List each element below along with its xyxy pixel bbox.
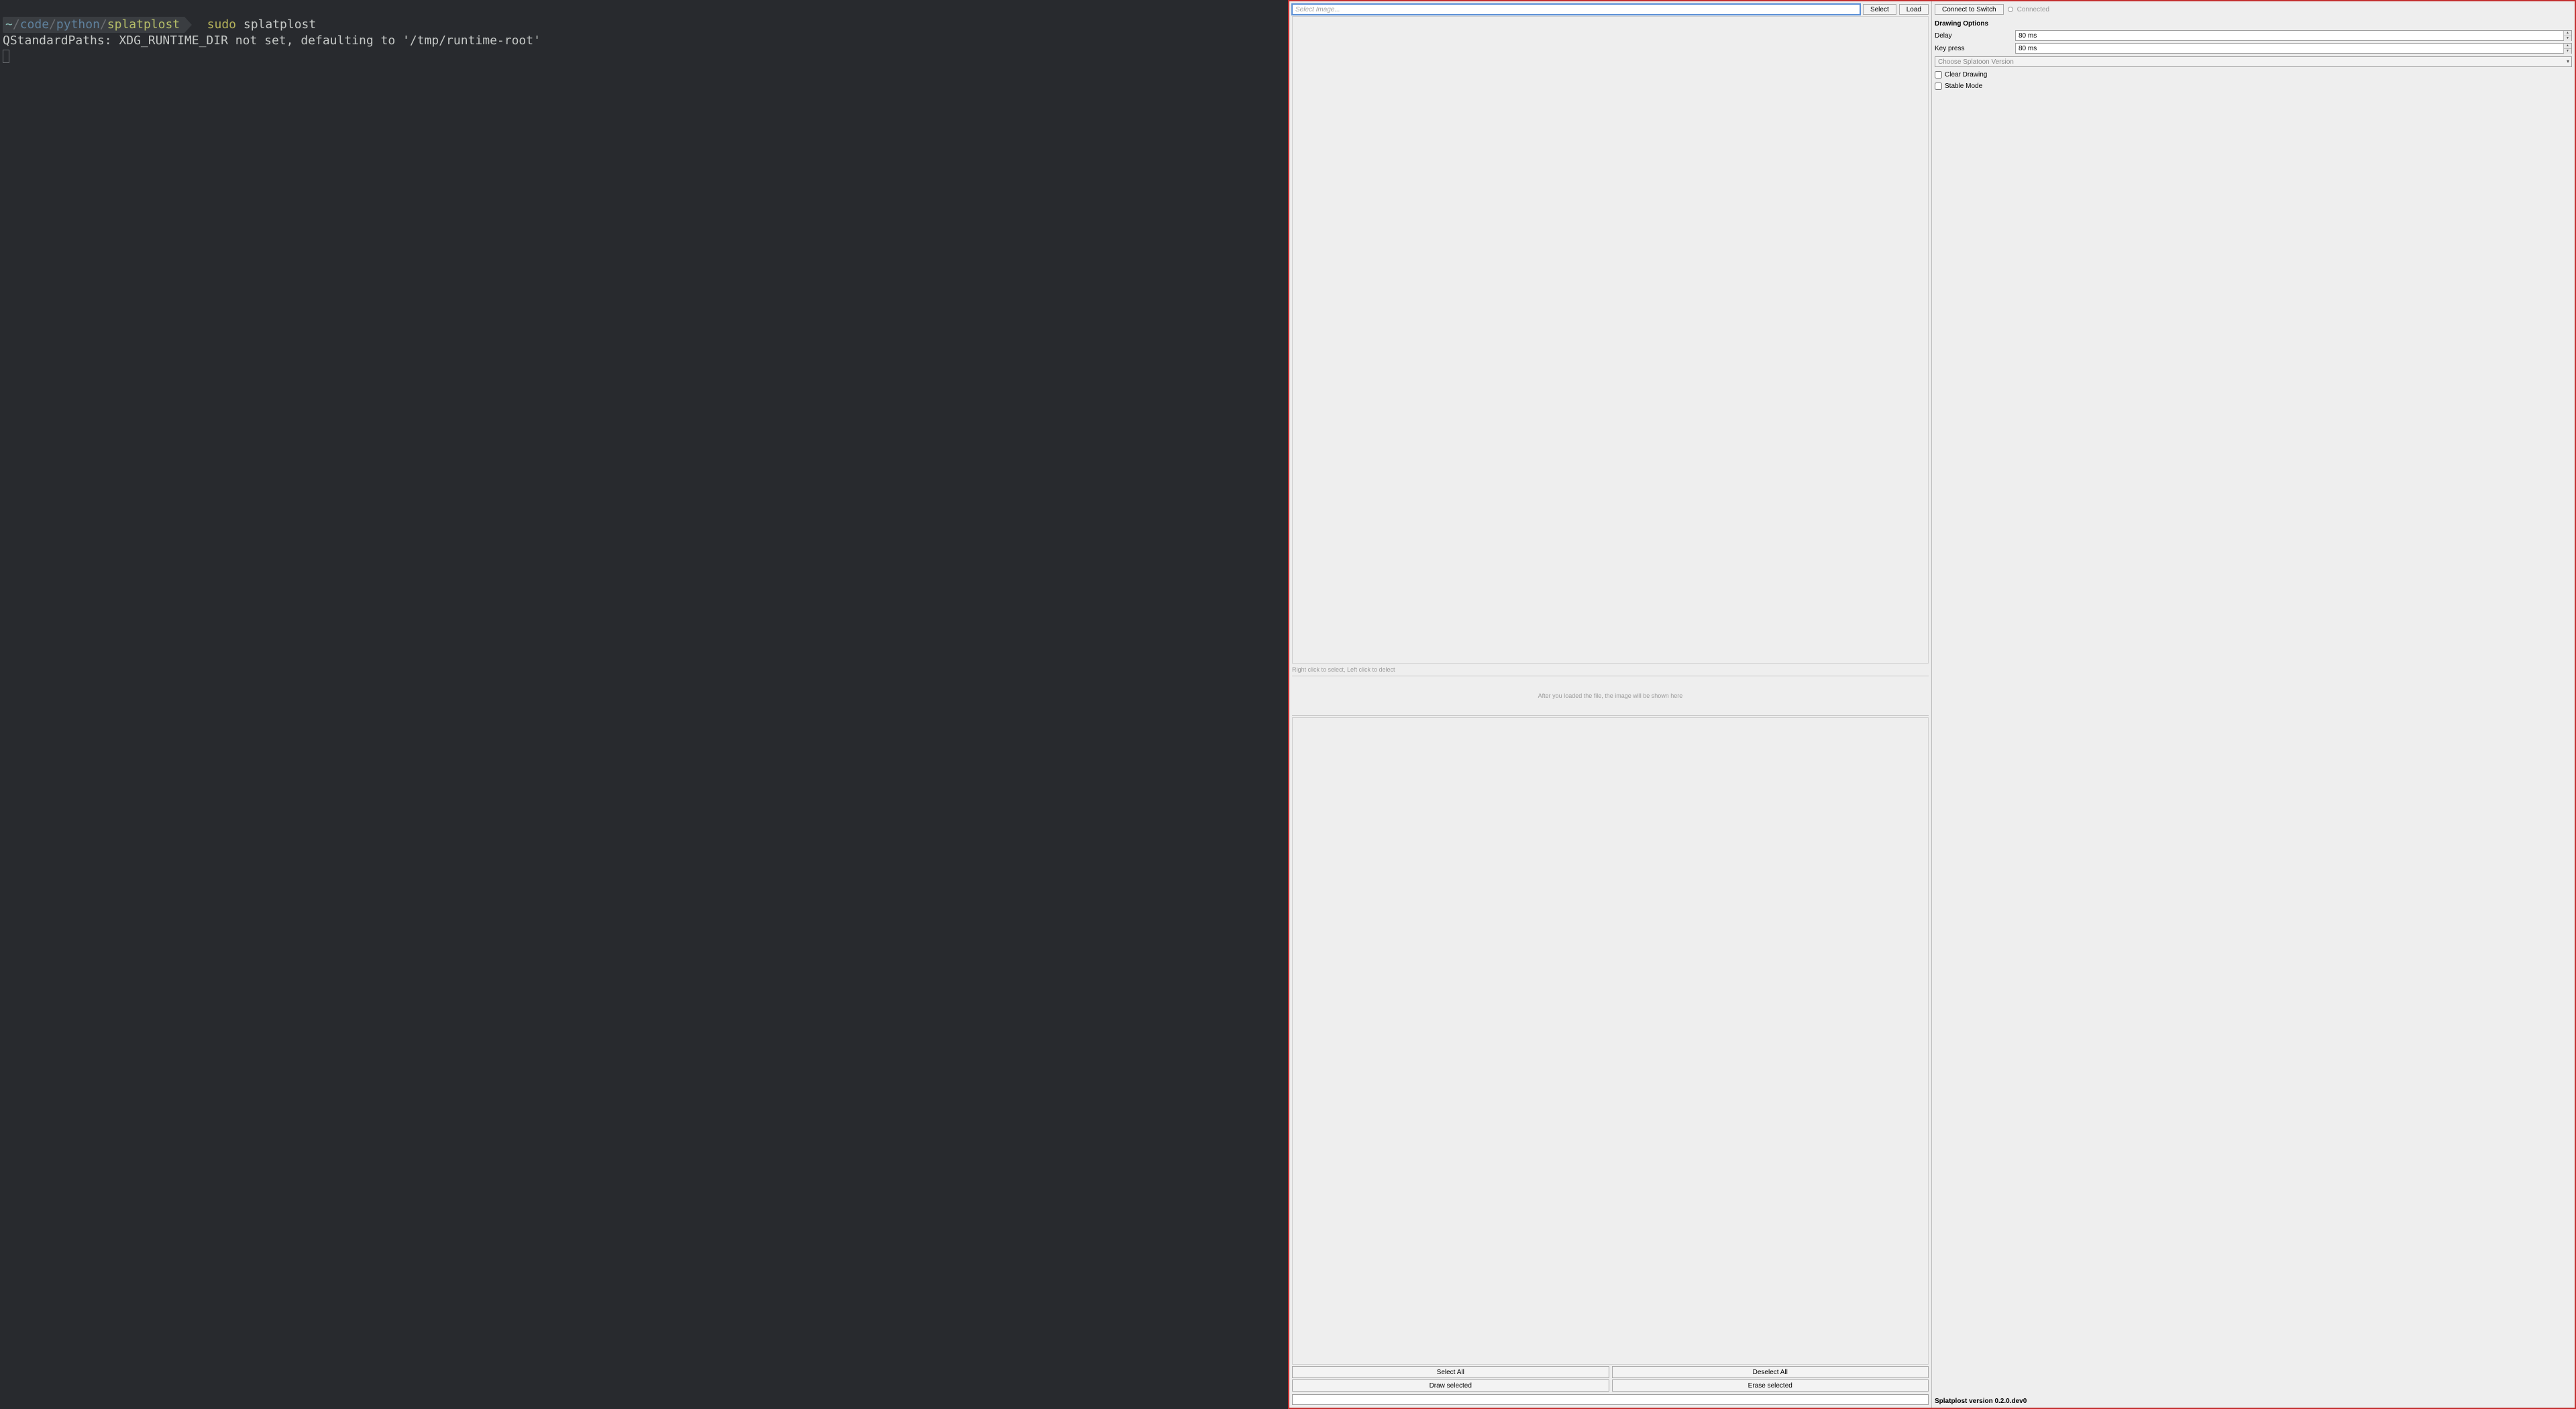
splatplost-window: Select Load Right click to select, Left … <box>1288 0 2576 1409</box>
shell-prompt: ~/code/python/splatplost <box>3 17 185 32</box>
click-hint: Right click to select, Left click to del… <box>1292 665 1929 674</box>
prompt-sep: / <box>100 17 107 32</box>
stable-mode-checkbox[interactable] <box>1935 83 1942 90</box>
erase-selected-button[interactable]: Erase selected <box>1612 1379 1929 1392</box>
draw-selected-button[interactable]: Draw selected <box>1292 1379 1609 1392</box>
spin-down-icon[interactable]: ▼ <box>2564 36 2571 41</box>
lower-canvas[interactable] <box>1292 717 1929 1365</box>
select-all-button[interactable]: Select All <box>1292 1366 1609 1378</box>
chevron-down-icon: ▾ <box>2567 58 2569 64</box>
drawing-options-grid: Delay ▲ ▼ Key press ▲ ▼ <box>1935 30 2572 54</box>
left-panel: Select Load Right click to select, Left … <box>1289 1 1932 1408</box>
prompt-sep: / <box>49 17 56 32</box>
image-select-row: Select Load <box>1292 4 1929 15</box>
prompt-home: ~ <box>5 17 13 32</box>
connection-status-label: Connected <box>2017 6 2049 13</box>
keypress-spinbox[interactable]: ▲ ▼ <box>2015 43 2572 54</box>
spin-down-icon[interactable]: ▼ <box>2564 49 2571 54</box>
terminal-cursor <box>3 50 9 63</box>
app-version-label: Splatplost version 0.2.0.dev0 <box>1935 1398 2572 1405</box>
prompt-sep: / <box>13 17 20 32</box>
connect-button[interactable]: Connect to Switch <box>1935 4 2004 15</box>
clear-drawing-option[interactable]: Clear Drawing <box>1935 71 2572 79</box>
select-button[interactable]: Select <box>1863 4 1896 15</box>
image-preview-hint: After you loaded the file, the image wil… <box>1538 692 1683 699</box>
deselect-all-button[interactable]: Deselect All <box>1612 1366 1929 1378</box>
terminal-output-line: QStandardPaths: XDG_RUNTIME_DIR not set,… <box>3 34 541 48</box>
keypress-label: Key press <box>1935 45 2015 52</box>
clear-drawing-label: Clear Drawing <box>1945 71 1987 79</box>
stable-mode-option[interactable]: Stable Mode <box>1935 83 2572 90</box>
splatoon-version-dropdown[interactable]: Choose Splatoon Version ▾ <box>1935 56 2572 67</box>
connection-status-icon <box>2008 7 2013 12</box>
delay-label: Delay <box>1935 32 2015 40</box>
delay-input[interactable] <box>2016 31 2563 40</box>
load-button[interactable]: Load <box>1899 4 1929 15</box>
connect-row: Connect to Switch Connected <box>1935 4 2572 15</box>
spin-up-icon[interactable]: ▲ <box>2564 44 2571 49</box>
upper-canvas[interactable] <box>1292 16 1929 664</box>
delay-spinbox[interactable]: ▲ ▼ <box>2015 30 2572 41</box>
terminal-pane[interactable]: ~/code/python/splatplost sudo splatplost… <box>0 0 1288 1409</box>
command-arg: splatplost <box>244 17 316 32</box>
image-path-input[interactable] <box>1292 4 1860 15</box>
prompt-current-dir: splatplost <box>107 17 180 32</box>
keypress-input[interactable] <box>2016 44 2563 53</box>
prompt-segment: python <box>56 17 100 32</box>
image-preview-placeholder: After you loaded the file, the image wil… <box>1292 676 1929 716</box>
spin-up-icon[interactable]: ▲ <box>2564 31 2571 36</box>
drawing-options-title: Drawing Options <box>1935 20 2572 28</box>
prompt-segment: code <box>20 17 49 32</box>
right-panel: Connect to Switch Connected Drawing Opti… <box>1932 1 2575 1408</box>
stable-mode-label: Stable Mode <box>1945 83 1982 90</box>
dropdown-placeholder: Choose Splatoon Version <box>1938 58 2014 66</box>
command-sudo: sudo <box>207 17 236 32</box>
progress-bar <box>1292 1394 1929 1405</box>
clear-drawing-checkbox[interactable] <box>1935 71 1942 79</box>
